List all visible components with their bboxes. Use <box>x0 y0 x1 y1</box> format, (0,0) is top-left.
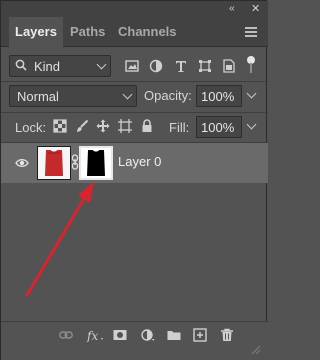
adjustment-layer-icon[interactable] <box>141 328 155 342</box>
type-layer-filter-icon[interactable] <box>174 59 188 73</box>
search-icon <box>15 59 27 71</box>
fill-label: Fill: <box>169 120 190 135</box>
blend-mode-select[interactable]: Normal <box>9 85 137 107</box>
opacity-input[interactable]: 100% <box>196 85 242 107</box>
lock-image-pixels-icon[interactable] <box>75 119 89 133</box>
tab-channels[interactable]: Channels <box>112 17 183 47</box>
lock-artboard-icon[interactable] <box>118 119 132 133</box>
lock-position-icon[interactable] <box>96 119 110 133</box>
shirt-image-icon <box>38 147 70 179</box>
tab-paths[interactable]: Paths <box>64 17 111 47</box>
layer-filter-kind-select[interactable]: Kind <box>9 55 111 77</box>
new-layer-icon[interactable] <box>193 328 207 342</box>
delete-icon[interactable] <box>220 328 234 342</box>
tab-layers[interactable]: Layers <box>9 17 63 47</box>
mask-shape-icon <box>81 148 111 178</box>
layer-name[interactable]: Layer 0 <box>118 154 161 169</box>
lock-transparent-pixels-icon[interactable] <box>53 119 67 133</box>
chevron-down-icon <box>96 59 107 70</box>
add-mask-icon[interactable] <box>113 328 127 342</box>
filter-toggle-icon[interactable] <box>245 55 257 75</box>
mask-link-icon[interactable] <box>71 154 79 170</box>
adjustment-layer-filter-icon[interactable] <box>149 59 163 73</box>
pixel-layer-filter-icon[interactable] <box>125 59 139 73</box>
link-layers-icon[interactable] <box>59 328 73 342</box>
fill-value: 100% <box>201 120 235 135</box>
blend-mode-label: Normal <box>17 89 59 104</box>
fill-input[interactable]: 100% <box>196 116 242 138</box>
layer-thumbnail[interactable] <box>37 146 71 180</box>
opacity-label: Opacity: <box>144 88 192 103</box>
chevron-down-icon <box>122 89 133 100</box>
layers-panel: ‹‹ ✕ Layers Paths Channels Kind Normal O… <box>0 0 268 360</box>
svg-text:fx: fx <box>86 329 98 342</box>
collapse-panel-icon[interactable]: ‹‹ <box>229 3 235 14</box>
lock-all-icon[interactable] <box>140 119 154 133</box>
resize-grip-icon[interactable] <box>249 343 261 355</box>
lock-label: Lock: <box>15 120 47 135</box>
divider <box>1 81 268 82</box>
new-group-icon[interactable] <box>167 328 181 342</box>
fill-dropdown-icon[interactable] <box>246 119 257 130</box>
eye-icon[interactable] <box>15 156 29 170</box>
panel-tab-bar: Layers Paths Channels <box>1 17 268 47</box>
divider <box>1 112 268 113</box>
layer-mask-thumbnail[interactable] <box>79 146 113 180</box>
close-panel-icon[interactable]: ✕ <box>251 2 260 15</box>
fx-icon[interactable]: fx <box>86 328 104 342</box>
panel-menu-icon[interactable] <box>245 27 257 37</box>
panel-title-strip: ‹‹ ✕ <box>1 1 268 17</box>
shape-layer-filter-icon[interactable] <box>198 59 212 73</box>
opacity-dropdown-icon[interactable] <box>246 88 257 99</box>
filter-kind-label: Kind <box>34 59 61 74</box>
opacity-value: 100% <box>201 89 235 104</box>
smart-object-filter-icon[interactable] <box>222 59 236 73</box>
